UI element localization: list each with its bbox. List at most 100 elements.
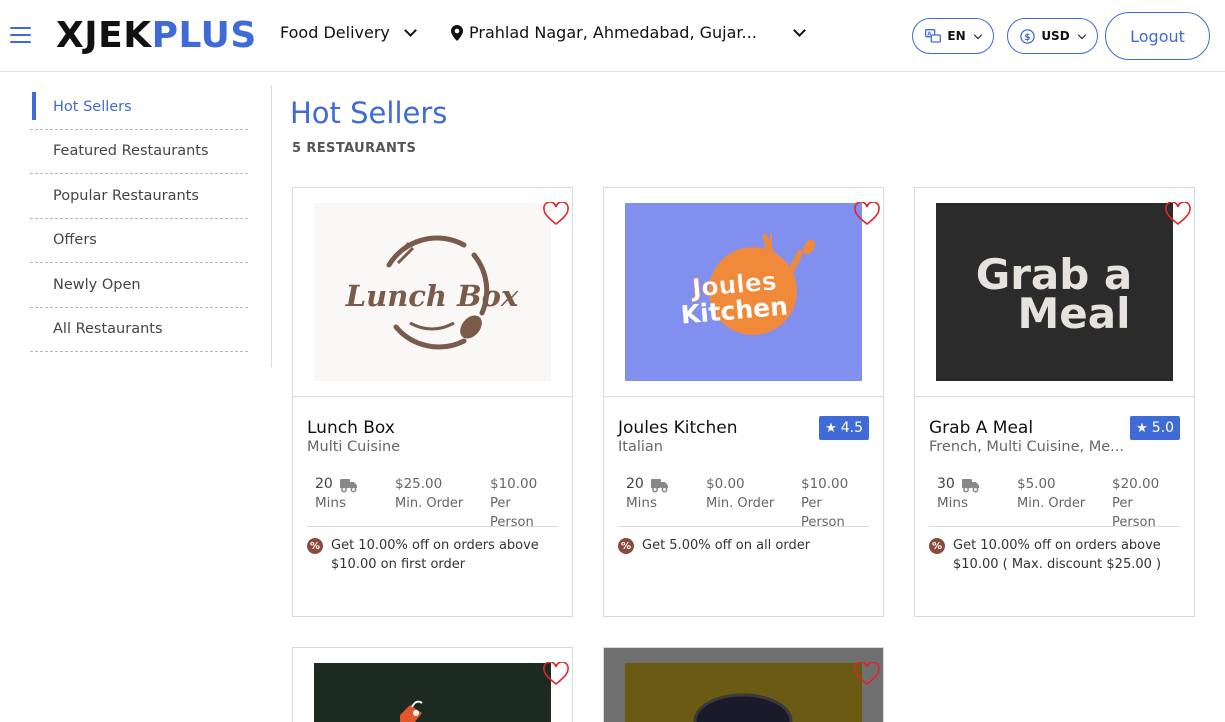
per-person: $10.00 Per Person — [490, 475, 558, 532]
logo-text-plus: PLUS — [151, 15, 257, 56]
favorite-heart-icon[interactable] — [854, 202, 880, 226]
restaurant-logo-image: Lunch Box — [314, 203, 551, 381]
favorite-heart-icon[interactable] — [854, 662, 880, 686]
per-person-value: $10.00 — [801, 476, 849, 492]
per-person: $10.00 Per Person — [801, 475, 869, 532]
divider — [929, 526, 1180, 527]
restaurant-name[interactable]: Lunch Box — [307, 418, 395, 438]
restaurant-logo-image: Joules Kitchen — [625, 203, 862, 381]
per-person: $20.00 Per Person — [1112, 475, 1180, 532]
delivery-truck-icon — [961, 478, 979, 492]
delivery-time: 20 Mins — [315, 475, 359, 513]
chevron-down-icon — [404, 24, 417, 37]
location-selector[interactable]: Prahlad Nagar, Ahmedabad, Gujar... — [451, 23, 806, 42]
time-unit: Mins — [937, 495, 968, 511]
rating-value: 5.0 — [1151, 420, 1174, 436]
restaurant-card[interactable]: Lunch Box Lunch Box Multi Cuisine 20 Min… — [292, 187, 573, 617]
offer-row: % Get 10.00% off on orders above $10.00 … — [929, 536, 1180, 574]
restaurant-cuisine: French, Multi Cuisine, Me... — [929, 439, 1124, 455]
joules-kitchen-logo: Joules Kitchen — [680, 232, 815, 335]
brand-logo[interactable]: XJEKPLUS — [56, 14, 257, 58]
discount-badge-icon: % — [307, 538, 323, 554]
star-icon: ★ — [1136, 420, 1148, 436]
location-pin-icon — [451, 24, 463, 41]
min-order-label: Min. Order — [1017, 496, 1086, 511]
logo-wordmark-line2: Meal — [1017, 289, 1130, 338]
discount-badge-icon: % — [618, 538, 634, 554]
restaurant-logo-graphic — [400, 700, 423, 722]
sidebar-item-featured-restaurants[interactable]: Featured Restaurants — [30, 130, 248, 174]
min-order-value: $0.00 — [706, 476, 745, 492]
offer-row: % Get 10.00% off on orders above $10.00 … — [307, 536, 558, 574]
restaurant-logo-image — [625, 663, 862, 722]
restaurant-card[interactable] — [292, 647, 573, 722]
star-icon: ★ — [825, 420, 837, 436]
restaurant-logo-image — [314, 663, 551, 722]
chevron-down-icon — [973, 30, 982, 39]
time-unit: Mins — [315, 495, 346, 511]
svg-text:$: $ — [1025, 33, 1031, 43]
service-label: Food Delivery — [280, 23, 390, 42]
min-order-value: $25.00 — [395, 476, 443, 492]
rating-value: 4.5 — [840, 420, 863, 436]
restaurant-name[interactable]: Grab A Meal — [929, 418, 1033, 438]
delivery-stats: 30 Mins $5.00 Min. Order $20.00 Per Pers… — [929, 475, 1180, 530]
favorite-heart-icon[interactable] — [1165, 202, 1191, 226]
restaurant-card[interactable]: Joules Kitchen Joules Kitchen Italian ★ 4… — [603, 187, 884, 617]
min-order-label: Min. Order — [395, 496, 464, 511]
restaurant-logo-image: Grab a Meal — [936, 203, 1173, 381]
time-value: 30 — [937, 476, 955, 492]
sidebar-item-label: Popular Restaurants — [53, 187, 199, 204]
discount-badge-icon: % — [929, 538, 945, 554]
sidebar-item-newly-open[interactable]: Newly Open — [30, 263, 248, 308]
delivery-truck-icon — [650, 478, 668, 492]
divider — [293, 396, 572, 397]
divider — [618, 526, 869, 527]
delivery-time: 30 Mins — [937, 475, 981, 513]
offer-text: Get 10.00% off on orders above $10.00 on… — [331, 538, 539, 572]
divider — [307, 526, 558, 527]
chevron-down-icon — [1077, 30, 1086, 39]
language-selector[interactable]: A EN — [912, 18, 994, 54]
currency-selector[interactable]: $ USD — [1007, 18, 1098, 54]
sidebar-item-label: Offers — [53, 232, 97, 249]
restaurant-cuisine: Multi Cuisine — [307, 439, 401, 455]
sidebar-item-offers[interactable]: Offers — [30, 219, 248, 263]
rating-badge: ★ 4.5 — [819, 416, 869, 440]
logout-button[interactable]: Logout — [1105, 12, 1210, 60]
delivery-stats: 20 Mins $0.00 Min. Order $10.00 Per Pers… — [618, 475, 869, 530]
currency-icon: $ — [1020, 28, 1036, 44]
top-header: XJEKPLUS Food Delivery Prahlad Nagar, Ah… — [0, 0, 1225, 72]
hamburger-menu-icon[interactable] — [10, 27, 31, 44]
restaurant-logo-graphic — [693, 693, 793, 722]
favorite-heart-icon[interactable] — [543, 662, 569, 686]
sidebar-item-hot-sellers[interactable]: Hot Sellers — [30, 85, 248, 130]
restaurant-count: 5 RESTAURANTS — [292, 141, 417, 156]
location-label: Prahlad Nagar, Ahmedabad, Gujar... — [469, 23, 757, 42]
sidebar-item-popular-restaurants[interactable]: Popular Restaurants — [30, 174, 248, 219]
sidebar-item-label: All Restaurants — [53, 321, 163, 338]
sidebar-item-label: Hot Sellers — [53, 98, 132, 115]
divider — [915, 396, 1194, 397]
favorite-heart-icon[interactable] — [543, 202, 569, 226]
restaurant-card[interactable] — [603, 647, 884, 722]
time-value: 20 — [315, 476, 333, 492]
min-order-label: Min. Order — [706, 496, 775, 511]
restaurant-card[interactable]: Grab a Meal Grab A Meal French, Multi Cu… — [914, 187, 1195, 617]
sidebar-item-all-restaurants[interactable]: All Restaurants — [30, 308, 248, 352]
logo-text-xjek: XJEK — [56, 15, 152, 56]
language-label: EN — [947, 29, 966, 43]
page-title: Hot Sellers — [290, 96, 448, 130]
svg-text:A: A — [928, 31, 933, 37]
offer-row: % Get 5.00% off on all order — [618, 536, 869, 555]
min-order-value: $5.00 — [1017, 476, 1056, 492]
currency-label: USD — [1041, 29, 1070, 43]
logo-wordmark: Lunch Box — [345, 279, 519, 313]
sidebar-item-label: Newly Open — [53, 276, 141, 293]
delivery-time: 20 Mins — [626, 475, 670, 513]
service-selector[interactable]: Food Delivery — [280, 23, 417, 42]
offer-text: Get 10.00% off on orders above $10.00 ( … — [953, 538, 1162, 572]
per-person-value: $20.00 — [1112, 476, 1160, 492]
min-order: $5.00 Min. Order — [1017, 475, 1085, 513]
restaurant-name[interactable]: Joules Kitchen — [618, 418, 738, 438]
